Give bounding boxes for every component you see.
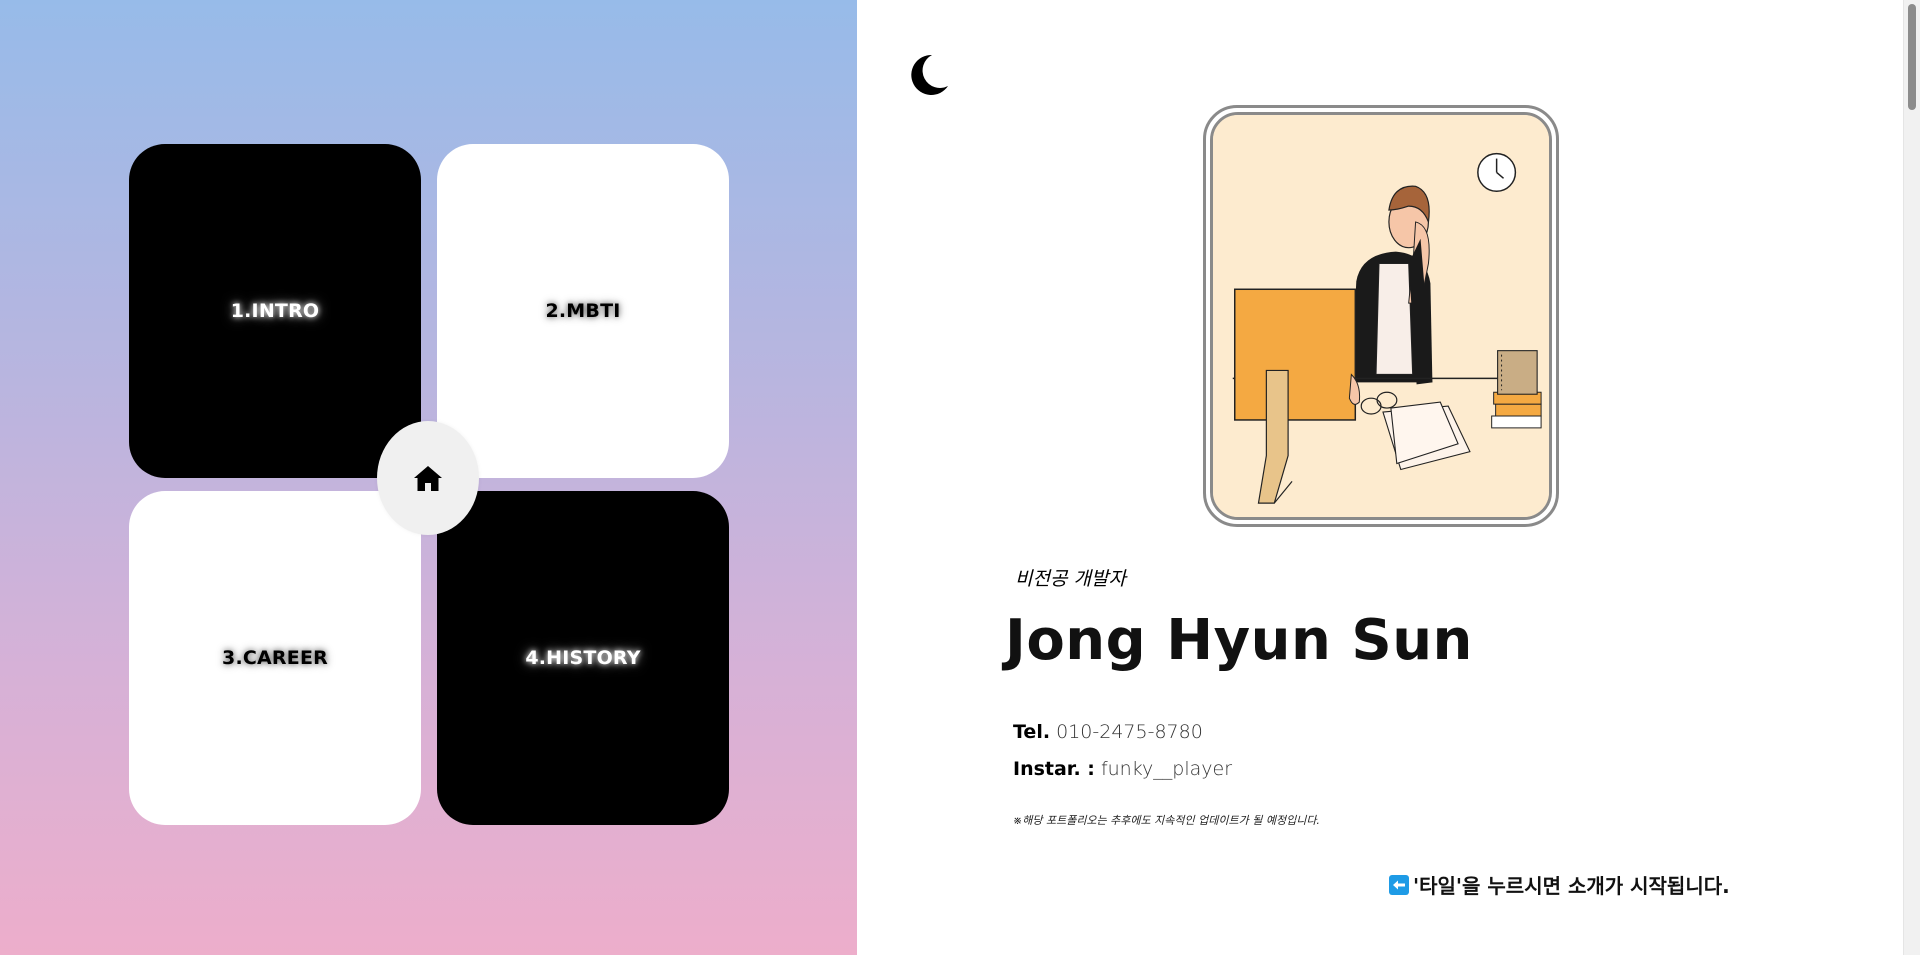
tile-history-label: 4.HISTORY — [525, 647, 641, 669]
tired-developer-illustration — [1213, 115, 1549, 517]
profile-name: Jong Hyun Sun — [1005, 608, 1473, 673]
tile-hint: '타일'을 누르시면 소개가 시작됩니다. — [1389, 870, 1730, 899]
scrollbar-thumb[interactable] — [1908, 4, 1916, 110]
profile-photo-frame — [1203, 105, 1559, 527]
profile-panel: 비전공 개발자 Jong Hyun Sun Tel. 010-2475-8780… — [857, 0, 1903, 955]
moon-icon — [911, 54, 948, 95]
vertical-scrollbar[interactable] — [1903, 0, 1920, 955]
left-arrow-icon — [1389, 874, 1409, 895]
insta-line: Instar. : funky__player — [1013, 758, 1232, 780]
page: 1.INTRO 2.MBTI 3.CAREER 4.HISTORY 비전공 개발… — [0, 0, 1920, 955]
tile-career-label: 3.CAREER — [222, 647, 328, 669]
home-button[interactable] — [377, 421, 479, 535]
tel-value: 010-2475-8780 — [1056, 721, 1203, 743]
theme-toggle-button[interactable] — [905, 52, 951, 98]
tile-intro[interactable]: 1.INTRO — [129, 144, 421, 478]
tile-history[interactable]: 4.HISTORY — [437, 491, 729, 825]
tile-career[interactable]: 3.CAREER — [129, 491, 421, 825]
tile-mbti[interactable]: 2.MBTI — [437, 144, 729, 478]
tile-mbti-label: 2.MBTI — [545, 300, 621, 322]
tel-line: Tel. 010-2475-8780 — [1013, 721, 1203, 743]
tile-hint-text: '타일'을 누르시면 소개가 시작됩니다. — [1413, 874, 1730, 898]
update-notice: ※해당 포트폴리오는 추후에도 지속적인 업데이트가 될 예정입니다. — [1013, 814, 1320, 827]
tile-intro-label: 1.INTRO — [230, 300, 320, 322]
tel-label: Tel. — [1013, 721, 1051, 743]
home-icon — [414, 466, 442, 491]
insta-value: funky__player — [1100, 758, 1233, 780]
job-subtitle: 비전공 개발자 — [1015, 568, 1126, 590]
profile-illustration — [1210, 112, 1552, 520]
tile-navigation-panel: 1.INTRO 2.MBTI 3.CAREER 4.HISTORY — [0, 0, 857, 955]
insta-label: Instar. : — [1013, 758, 1095, 780]
